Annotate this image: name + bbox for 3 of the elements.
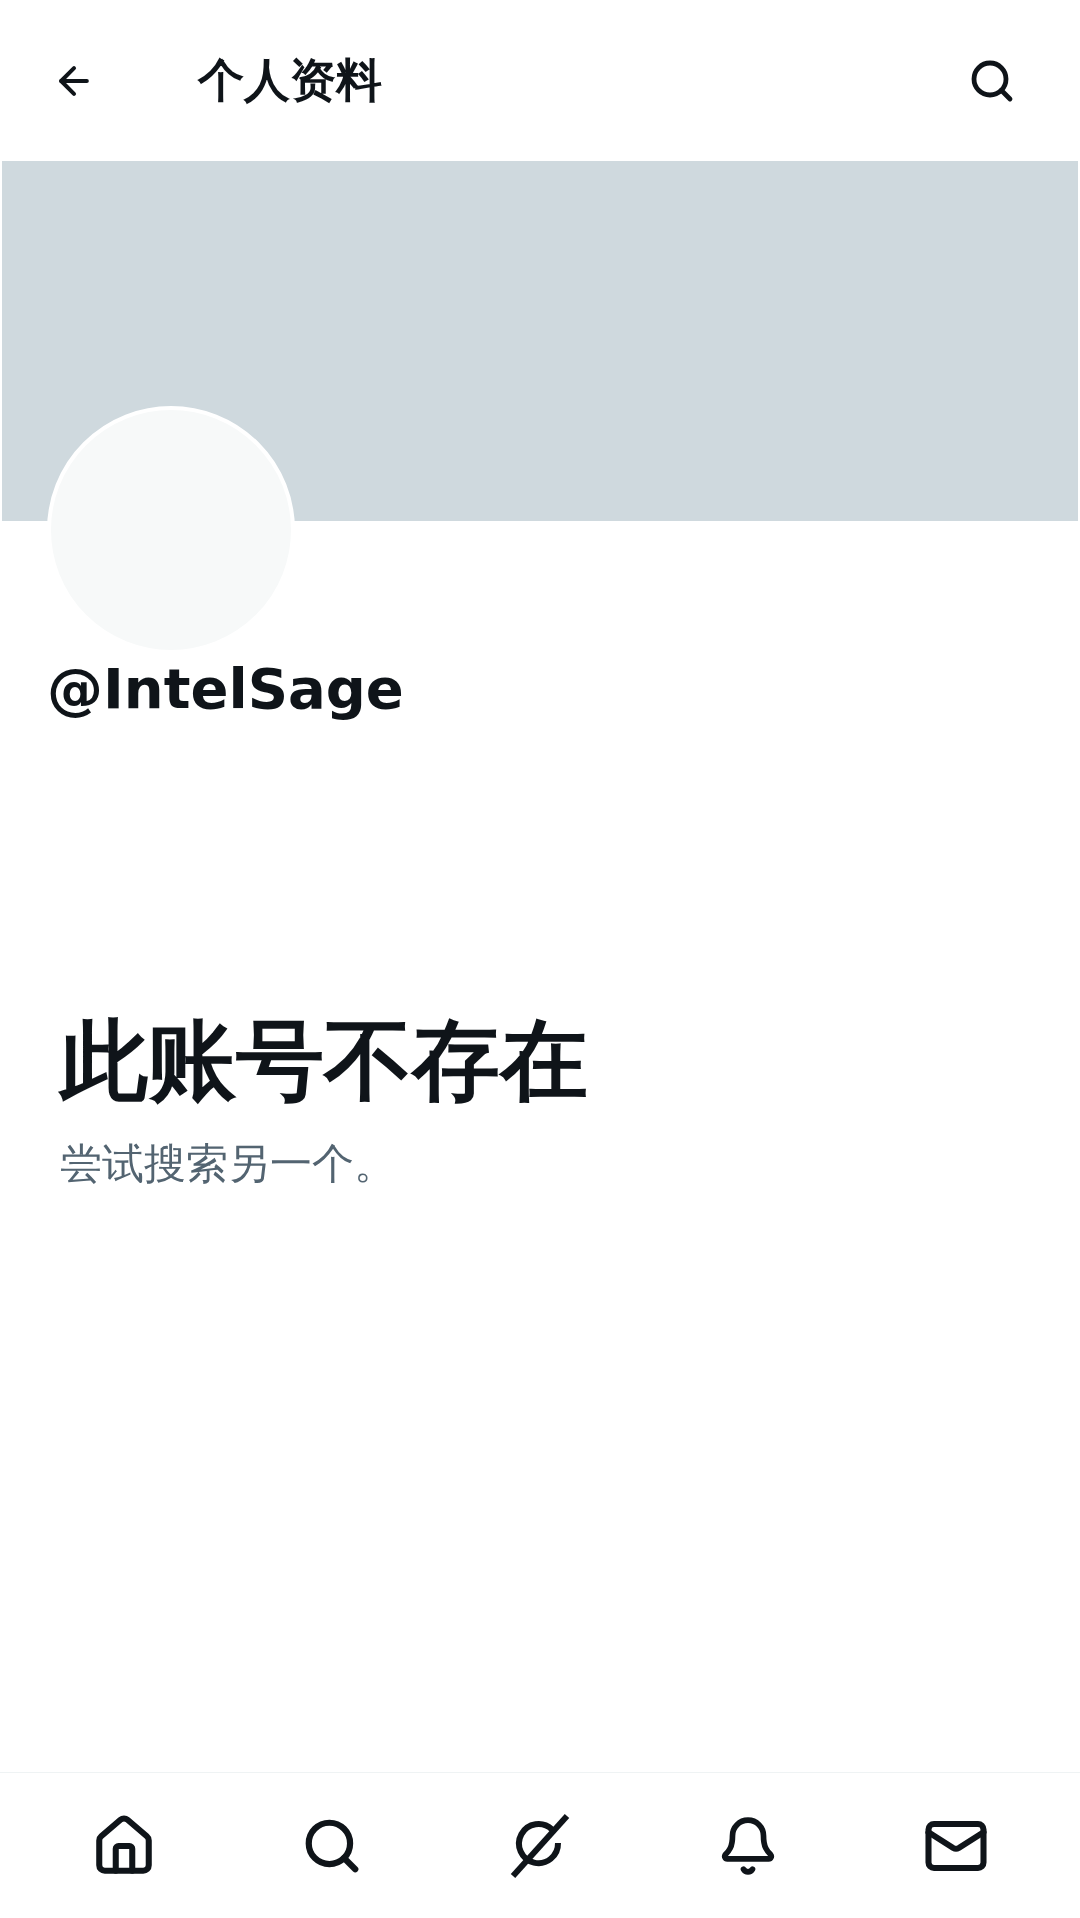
page-title: 个人资料 xyxy=(198,52,382,109)
error-subtitle: 尝试搜索另一个。 xyxy=(59,1143,397,1185)
error-title: 此账号不存在 xyxy=(57,1017,589,1105)
